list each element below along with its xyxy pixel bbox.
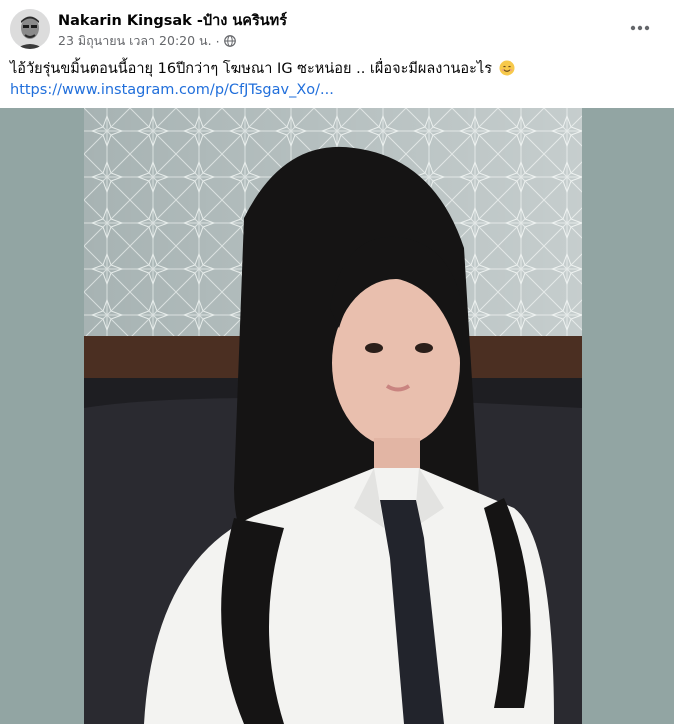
instagram-link[interactable]: https://www.instagram.com/p/CfJTsgav_Xo/… xyxy=(10,80,660,101)
post-timestamp[interactable]: 23 มิถุนายน เวลา 20:20 น. xyxy=(58,31,212,51)
post-media xyxy=(0,108,674,724)
smiling-face-icon xyxy=(499,60,515,76)
author-avatar[interactable] xyxy=(10,9,50,49)
author-name[interactable]: Nakarin Kingsak -ป๋าง นครินทร์ xyxy=(58,9,287,32)
post-header: Nakarin Kingsak -ป๋าง นครินทร์ 23 มิถุนา… xyxy=(0,0,674,56)
post-photo[interactable] xyxy=(84,108,582,724)
caption-line: ไอ้วัยรุ่นขมิ้นตอนนี้อายุ 16ปีกว่าๆ โฆษณ… xyxy=(10,59,660,80)
globe-icon[interactable] xyxy=(223,35,236,47)
avatar-portrait-image xyxy=(10,9,50,49)
meta-separator: · xyxy=(215,33,220,49)
post-meta: 23 มิถุนายน เวลา 20:20 น. · xyxy=(58,31,236,51)
more-options-button[interactable] xyxy=(622,10,658,46)
more-horizontal-icon xyxy=(630,25,650,31)
facebook-post: Nakarin Kingsak -ป๋าง นครินทร์ 23 มิถุนา… xyxy=(0,0,674,724)
caption-text: ไอ้วัยรุ่นขมิ้นตอนนี้อายุ 16ปีกว่าๆ โฆษณ… xyxy=(10,61,493,77)
post-caption: ไอ้วัยรุ่นขมิ้นตอนนี้อายุ 16ปีกว่าๆ โฆษณ… xyxy=(10,59,660,101)
portrait-photo-image xyxy=(84,108,582,724)
